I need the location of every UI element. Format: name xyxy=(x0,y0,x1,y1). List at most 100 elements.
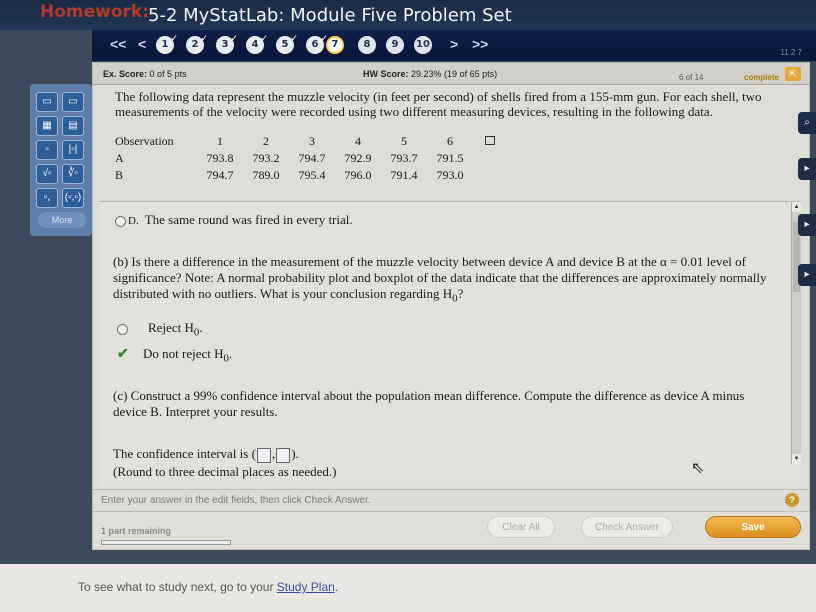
next-question-button[interactable]: > xyxy=(450,36,458,52)
exercise-score: Ex. Score: 0 of 5 pts xyxy=(103,69,187,79)
save-button[interactable]: Save xyxy=(705,516,801,538)
question-5-button[interactable]: 5 ✓ xyxy=(276,34,298,54)
footer: To see what to study next, go to your St… xyxy=(0,564,816,612)
data-table: Observation 1 2 3 4 5 6 A 793.8 793.2 79… xyxy=(115,133,495,184)
tool-subscript-button[interactable]: ▫, xyxy=(36,188,58,208)
tool-mixed-number-button[interactable]: ▭ xyxy=(62,92,84,112)
table-header: 2 xyxy=(263,134,269,148)
progress-label: complete xyxy=(743,73,779,82)
table-row: B 794.7 789.0 795.4 796.0 791.4 793.0 xyxy=(115,167,495,184)
table-header: 6 xyxy=(447,134,453,148)
clear-all-button[interactable]: Clear All xyxy=(487,516,555,538)
question-9-button[interactable]: 9 xyxy=(386,36,404,54)
table-cell: 791.5 xyxy=(436,151,464,165)
first-question-button[interactable]: << xyxy=(110,36,126,52)
answer-scroll-area: D. The same round was fired in every tria… xyxy=(99,201,801,487)
table-cell: 793.8 xyxy=(206,151,234,165)
table-cell: 793.0 xyxy=(436,168,464,182)
question-2-button[interactable]: 2 ✓ xyxy=(186,34,208,54)
question-7-button[interactable]: 7 xyxy=(326,36,344,54)
parts-remaining: 1 part remaining xyxy=(101,526,172,536)
title-bar: Homework: 5-2 MyStatLab: Module Five Pro… xyxy=(0,0,816,30)
table-row: A 793.8 793.2 794.7 792.9 793.7 791.5 xyxy=(115,150,495,167)
check-icon: ✓ xyxy=(170,34,178,44)
tool-fraction-button[interactable]: ▭ xyxy=(36,92,58,112)
table-cell: 795.4 xyxy=(298,168,326,182)
question-10-button[interactable]: 10 xyxy=(414,36,432,54)
last-question-button[interactable]: >> xyxy=(472,36,488,52)
table-cell: 796.0 xyxy=(344,168,372,182)
tool-interval-button[interactable]: (▫,▫) xyxy=(62,188,84,208)
page-title: 5-2 MyStatLab: Module Five Problem Set xyxy=(148,5,512,26)
question-card: Ex. Score: 0 of 5 pts HW Score: 29.23% (… xyxy=(92,62,810,512)
homework-tag: Homework: xyxy=(40,2,150,22)
instruction-bar: Enter your answer in the edit fields, th… xyxy=(93,489,809,511)
rounding-note: (Round to three decimal places as needed… xyxy=(113,464,337,479)
table-cell: 793.2 xyxy=(252,151,280,165)
tool-exponent-button[interactable]: ▫ xyxy=(36,140,58,160)
question-6-button[interactable]: 6 ✓ xyxy=(306,34,328,54)
table-header: 1 xyxy=(217,134,223,148)
tool-nth-root-button[interactable]: ∛▫ xyxy=(62,164,84,184)
option-d[interactable]: D. The same round was fired in every tria… xyxy=(115,212,353,228)
help-icon[interactable]: ? xyxy=(785,493,799,507)
table-header: Observation xyxy=(115,134,174,148)
side-tab-icon[interactable]: ▸ xyxy=(798,264,816,286)
check-icon: ✓ xyxy=(200,34,208,44)
side-tab-icon[interactable]: ▸ xyxy=(798,214,816,236)
option-do-not-reject-h0[interactable]: ✔ Do not reject H0. xyxy=(117,346,232,365)
table-cell: 793.7 xyxy=(390,151,418,165)
prev-question-button[interactable]: < xyxy=(138,36,146,52)
homework-score: HW Score: 29.23% (19 of 65 pts) xyxy=(363,69,498,79)
question-nav: << < 1 ✓ 2 ✓ 3 ✓ 4 ✓ 5 ✓ 6 ✓ 7 8 9 10 > >> 11 … xyxy=(92,30,816,62)
question-3-button[interactable]: 3 ✓ xyxy=(216,34,238,54)
problem-statement: The following data represent the muzzle … xyxy=(115,89,762,119)
table-cell: 791.4 xyxy=(390,168,418,182)
check-icon: ✓ xyxy=(260,34,268,44)
instruction-text: Enter your answer in the edit fields, th… xyxy=(101,495,371,506)
scrollbar[interactable]: ▲ ▼ xyxy=(791,202,801,464)
scroll-up-icon[interactable]: ▲ xyxy=(792,202,801,212)
tool-sqrt-button[interactable]: √▫ xyxy=(36,164,58,184)
parts-progress-bar xyxy=(101,540,231,545)
part-c-question: (c) Construct a 99% confidence interval … xyxy=(113,388,745,419)
table-header: 5 xyxy=(401,134,407,148)
table-cell: 794.7 xyxy=(206,168,234,182)
more-tools-button[interactable]: More xyxy=(38,212,86,228)
row-label: A xyxy=(115,151,124,165)
action-bar: 1 part remaining Clear All Check Answer … xyxy=(92,512,810,550)
scroll-down-icon[interactable]: ▼ xyxy=(792,454,801,464)
row-label: B xyxy=(115,168,124,182)
table-header: 4 xyxy=(355,134,361,148)
table-header: 3 xyxy=(309,134,315,148)
table-cell: 789.0 xyxy=(252,168,280,182)
selected-check-icon: ✔ xyxy=(117,347,129,362)
study-plan-link[interactable]: Study Plan xyxy=(277,580,335,594)
tool-matrix-button[interactable]: ▦ xyxy=(36,116,58,136)
mouse-cursor-icon: ⇖ xyxy=(691,460,705,477)
table-header-row: Observation 1 2 3 4 5 6 xyxy=(115,133,495,150)
score-bar: Ex. Score: 0 of 5 pts HW Score: 29.23% (… xyxy=(93,63,809,85)
table-cell: 792.9 xyxy=(344,151,372,165)
ci-upper-input[interactable] xyxy=(276,447,291,463)
check-icon: ✓ xyxy=(290,34,298,44)
side-tab-icon[interactable]: ▸ xyxy=(798,158,816,180)
table-cell: 794.7 xyxy=(298,151,326,165)
radio-option-d[interactable] xyxy=(115,215,126,227)
study-plan-text: To see what to study next, go to your St… xyxy=(78,580,339,594)
radio-reject-h0[interactable] xyxy=(117,323,128,335)
ci-lower-input[interactable] xyxy=(256,447,271,463)
question-1-button[interactable]: 1 ✓ xyxy=(156,34,178,54)
option-reject-h0[interactable]: Reject H0. xyxy=(117,320,203,339)
progress-count: 6 of 14 xyxy=(679,73,704,82)
expand-icon[interactable]: ⇱ xyxy=(785,67,801,81)
check-answer-button[interactable]: Check Answer xyxy=(581,516,673,538)
copy-data-icon[interactable] xyxy=(485,136,495,145)
tool-table-button[interactable]: ▤ xyxy=(62,116,84,136)
question-4-button[interactable]: 4 ✓ xyxy=(246,34,268,54)
page-counter: 11 2 7 xyxy=(780,48,802,57)
check-icon: ✓ xyxy=(230,34,238,44)
tool-absolute-value-button[interactable]: |▫| xyxy=(62,140,84,160)
side-tab-icon[interactable]: ⌕ xyxy=(798,112,816,134)
question-8-button[interactable]: 8 xyxy=(358,36,376,54)
